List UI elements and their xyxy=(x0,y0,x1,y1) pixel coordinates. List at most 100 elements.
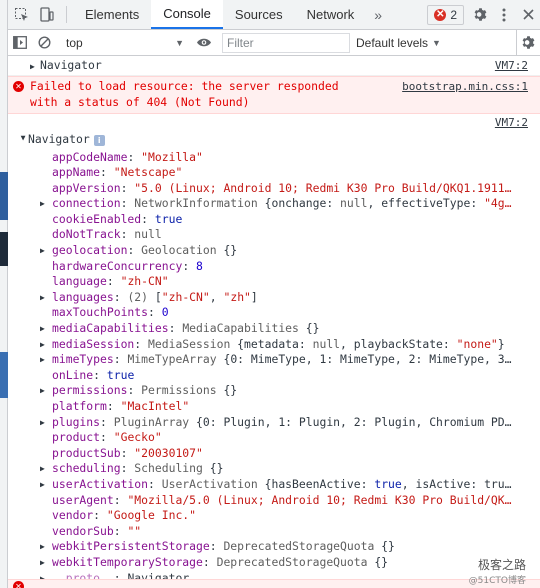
navigator-property-row[interactable]: ▶ geolocation: Geolocation {} xyxy=(30,243,520,259)
devtools-panel: Elements Console Sources Network » ✕ 2 t… xyxy=(8,0,540,588)
settings-gear-icon[interactable] xyxy=(468,0,492,30)
device-toolbar-icon[interactable] xyxy=(34,0,60,29)
expand-triangle-icon[interactable]: ▶ xyxy=(40,555,50,571)
expand-triangle-icon[interactable]: ▶ xyxy=(30,59,40,75)
more-tabs-button[interactable]: » xyxy=(366,0,390,29)
property-key: language xyxy=(52,274,107,289)
navigator-property-row[interactable]: ▶ mediaSession: MediaSession {metadata: n… xyxy=(30,337,520,353)
property-key: permissions xyxy=(52,383,128,398)
property-key: hardwareConcurrency xyxy=(52,258,183,273)
clear-console-icon[interactable] xyxy=(32,30,56,56)
navigator-property-row[interactable]: ▶ connection: NetworkInformation {onchang… xyxy=(30,196,520,212)
expand-triangle-icon[interactable]: ▶ xyxy=(40,243,50,259)
property-type: DeprecatedStorageQuota xyxy=(216,554,368,569)
navigator-property-row: platform: "MacIntel" xyxy=(52,399,190,413)
console-settings-gear-icon[interactable] xyxy=(516,29,540,56)
property-key: userAgent xyxy=(52,492,114,507)
page-edge-block xyxy=(0,352,8,398)
tab-network[interactable]: Network xyxy=(295,0,367,29)
property-key: userActivation xyxy=(52,476,149,491)
close-icon[interactable] xyxy=(516,0,540,30)
property-preview: {} xyxy=(216,243,238,258)
navigator-property-row[interactable]: ▶ plugins: PluginArray {0: Plugin, 1: Plu… xyxy=(30,415,520,431)
property-key: mediaCapabilities xyxy=(52,321,169,336)
property-type: NetworkInformation xyxy=(134,196,258,211)
info-icon[interactable]: i xyxy=(93,135,105,146)
source-link[interactable]: VM7:2 xyxy=(495,58,528,74)
property-value: 0 xyxy=(161,305,169,320)
property-value: "Mozilla" xyxy=(141,149,203,164)
navigator-property-row: appVersion: "5.0 (Linux; Android 10; Red… xyxy=(52,180,512,195)
navigator-property-row[interactable]: ▶ mediaCapabilities: MediaCapabilities {} xyxy=(30,321,520,337)
page-edge-strip xyxy=(0,0,8,588)
property-key: product xyxy=(52,430,101,445)
navigator-property-row[interactable]: ▶ languages: (2) ["zh-CN", "zh"] xyxy=(30,290,520,306)
console-message: ▶ Navigator VM7:2 xyxy=(8,56,540,76)
property-value: "Gecko" xyxy=(113,430,162,445)
property-type: (2) xyxy=(127,289,149,304)
source-link[interactable]: bootstrap.min.css:1 xyxy=(402,79,528,95)
context-selector[interactable]: top ▼ xyxy=(60,33,190,53)
navigator-property-row[interactable]: ▶ scheduling: Scheduling {} xyxy=(30,461,520,477)
log-levels-dropdown[interactable]: Default levels ▼ xyxy=(356,36,441,50)
property-type: UserActivation xyxy=(161,476,258,491)
filter-input[interactable] xyxy=(222,32,350,53)
property-key: scheduling xyxy=(52,461,121,476)
property-preview: {} xyxy=(216,383,238,398)
inspect-element-icon[interactable] xyxy=(8,0,34,29)
expand-triangle-icon[interactable]: ▶ xyxy=(40,461,50,477)
error-count-badge[interactable]: ✕ 2 xyxy=(427,4,464,25)
property-key: appName xyxy=(52,165,101,180)
expand-triangle-icon[interactable]: ▶ xyxy=(40,290,50,306)
property-key: connection xyxy=(52,196,121,211)
property-type: Permissions xyxy=(141,383,217,398)
property-key: appCodeName xyxy=(52,149,128,164)
object-label[interactable]: Navigator xyxy=(40,58,102,72)
dropdown-arrow-icon: ▼ xyxy=(175,37,184,48)
console-output: ▶ Navigator VM7:2 ✕ Failed to load resour… xyxy=(8,56,540,588)
console-error-message-partial: ✕ xyxy=(8,579,540,588)
expand-triangle-icon[interactable]: ▶ xyxy=(40,415,50,431)
tab-sources[interactable]: Sources xyxy=(223,0,295,29)
source-link[interactable]: VM7:2 xyxy=(495,115,528,131)
expand-triangle-icon[interactable]: ▶ xyxy=(40,352,50,368)
property-preview: {hasBeenActive: true, isActive: tru… xyxy=(257,476,512,491)
navigator-property-row: cookieEnabled: true xyxy=(52,211,183,226)
expand-triangle-icon[interactable]: ▶ xyxy=(40,337,50,353)
property-value: 8 xyxy=(196,258,203,273)
expand-triangle-icon[interactable]: ▶ xyxy=(40,539,50,555)
expand-triangle-icon[interactable]: ▶ xyxy=(40,196,50,212)
error-icon: ✕ xyxy=(13,81,24,92)
navigator-property-row: product: "Gecko" xyxy=(52,430,162,445)
navigator-property-row: language: "zh-CN" xyxy=(52,274,169,289)
dropdown-arrow-icon: ▼ xyxy=(432,37,441,48)
watermark: 极客之路 @51CTO博客 xyxy=(469,556,526,586)
tab-elements[interactable]: Elements xyxy=(73,0,151,29)
property-value: "zh-CN" xyxy=(120,274,169,289)
tab-console[interactable]: Console xyxy=(151,0,223,29)
navigator-property-row[interactable]: ▶ webkitPersistentStorage: DeprecatedStor… xyxy=(30,539,520,555)
navigator-property-row[interactable]: ▶ userActivation: UserActivation {hasBeen… xyxy=(30,477,520,493)
expand-triangle-icon[interactable]: ▶ xyxy=(40,383,50,399)
collapse-triangle-icon[interactable]: ▶ xyxy=(15,136,31,146)
property-key: mimeTypes xyxy=(52,352,114,367)
property-value: true xyxy=(154,211,183,226)
expand-triangle-icon[interactable]: ▶ xyxy=(40,321,50,337)
property-preview: {} xyxy=(202,461,224,476)
expand-triangle-icon[interactable]: ▶ xyxy=(40,477,50,493)
property-preview: {} xyxy=(374,539,395,554)
navigator-property-row[interactable]: ▶ permissions: Permissions {} xyxy=(30,383,520,399)
property-type: PluginArray xyxy=(113,414,190,429)
property-type: MediaCapabilities xyxy=(182,321,299,336)
object-label[interactable]: Navigator xyxy=(28,132,90,146)
navigator-property-row: onLine: true xyxy=(52,367,135,382)
log-levels-label: Default levels xyxy=(356,35,429,50)
navigator-property-row[interactable]: ▶ mimeTypes: MimeTypeArray {0: MimeType, … xyxy=(30,352,520,368)
property-key: platform xyxy=(52,399,107,413)
more-options-icon[interactable] xyxy=(492,0,516,30)
property-key: mediaSession xyxy=(52,336,135,351)
live-expression-eye-icon[interactable] xyxy=(190,37,218,48)
sidebar-toggle-icon[interactable] xyxy=(8,30,32,56)
navigator-property-row[interactable]: ▶ webkitTemporaryStorage: DeprecatedStora… xyxy=(30,555,520,571)
error-icon: ✕ xyxy=(13,581,24,588)
